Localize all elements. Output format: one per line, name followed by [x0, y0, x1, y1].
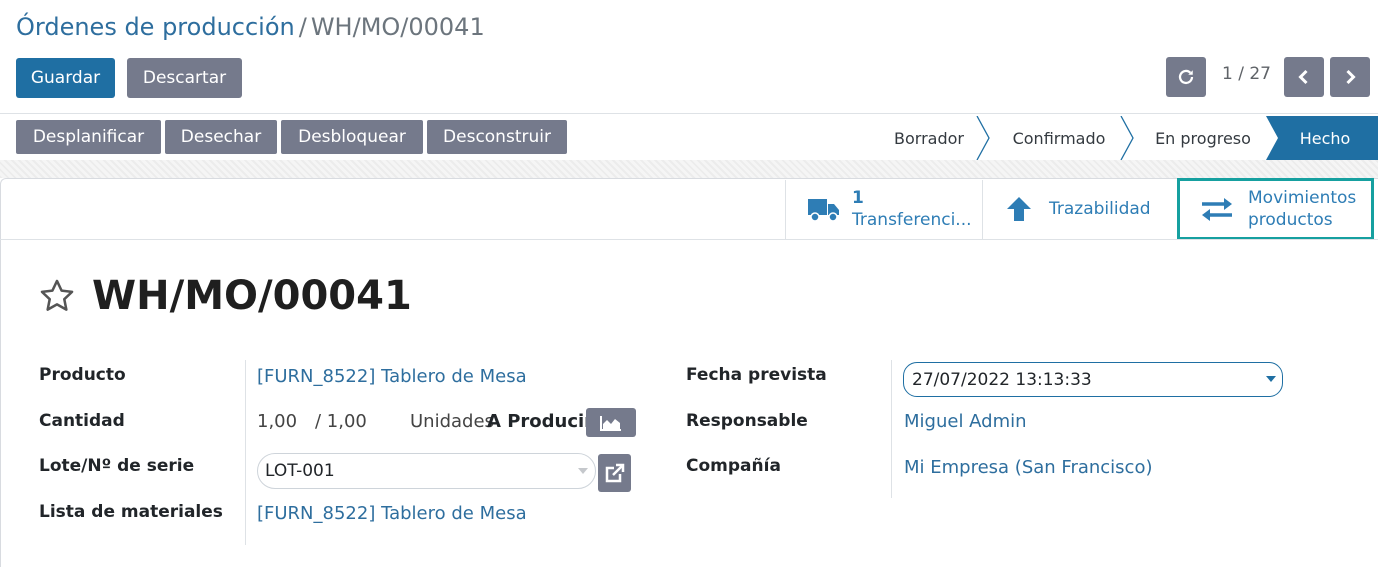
- scrap-button[interactable]: Desechar: [165, 120, 277, 154]
- transfers-count: 1: [852, 188, 864, 208]
- refresh-icon: [1178, 69, 1194, 85]
- save-button[interactable]: Guardar: [16, 58, 115, 98]
- sheet-background: [0, 160, 1378, 178]
- area-chart-icon: [600, 415, 621, 431]
- product-label: Producto: [39, 365, 126, 385]
- company-label: Compañía: [686, 456, 781, 476]
- status-step-done[interactable]: Hecho: [1278, 116, 1372, 160]
- bom-label: Lista de materiales: [39, 502, 223, 522]
- forecast-report-button[interactable]: [586, 408, 636, 437]
- chevron-right-icon: [1346, 69, 1356, 85]
- truck-icon: [808, 199, 839, 222]
- responsible-label: Responsable: [686, 411, 808, 431]
- bom-field[interactable]: [FURN_8522] Tablero de Mesa: [257, 503, 527, 524]
- lot-select-value: LOT-001: [265, 461, 335, 481]
- pager-previous-button[interactable]: [1284, 57, 1324, 97]
- status-separator-icon: [1120, 116, 1134, 160]
- pager-next-button[interactable]: [1330, 57, 1370, 97]
- field-separator: [891, 360, 892, 498]
- breadcrumb-parent-link[interactable]: Órdenes de producción: [16, 13, 295, 41]
- refresh-button[interactable]: [1166, 57, 1206, 97]
- status-step-in-progress[interactable]: En progreso: [1138, 116, 1268, 160]
- record-title: WH/MO/00041: [92, 273, 412, 319]
- quantity-done-field: 1,00: [257, 411, 298, 432]
- product-moves-label-line2: productos: [1248, 210, 1333, 230]
- product-moves-smart-button[interactable]: Movimientos productos: [1177, 178, 1374, 240]
- smart-buttons-divider: [0, 239, 1378, 240]
- status-step-confirmed[interactable]: Confirmado: [994, 116, 1124, 160]
- chevron-left-icon: [1298, 69, 1308, 85]
- breadcrumb: Órdenes de producción / WH/MO/00041: [16, 11, 485, 43]
- to-produce-label: A Producir: [487, 411, 594, 432]
- status-step-draft[interactable]: Borrador: [880, 116, 978, 160]
- caret-down-icon: [578, 468, 588, 474]
- traceability-smart-button[interactable]: Trazabilidad: [983, 179, 1177, 239]
- pager-value[interactable]: 1 / 27: [1222, 64, 1271, 84]
- external-link-icon: [605, 463, 624, 483]
- unlock-button[interactable]: Desbloquear: [281, 120, 423, 154]
- scheduled-date-field[interactable]: 27/07/2022 13:13:33: [903, 362, 1283, 397]
- product-field[interactable]: [FURN_8522] Tablero de Mesa: [257, 366, 527, 387]
- traceability-label: Trazabilidad: [1049, 199, 1151, 219]
- field-separator: [245, 360, 246, 545]
- transfers-smart-button[interactable]: 1 Transferenci...: [786, 179, 982, 239]
- breadcrumb-current: WH/MO/00041: [310, 13, 485, 41]
- status-separator-icon: [976, 116, 990, 160]
- quantity-total-field: / 1,00: [315, 411, 367, 432]
- lot-label: Lote/Nº de serie: [39, 456, 195, 476]
- exchange-icon: [1202, 198, 1232, 221]
- header-divider: [0, 113, 1378, 114]
- scheduled-date-value: 27/07/2022 13:13:33: [912, 369, 1092, 390]
- lot-select[interactable]: LOT-001: [257, 453, 596, 489]
- uom-field: Unidades: [410, 411, 494, 432]
- transfers-label: Transferenci...: [852, 210, 972, 230]
- breadcrumb-separator: /: [298, 13, 307, 41]
- product-moves-label-line1: Movimientos: [1248, 188, 1357, 208]
- responsible-field[interactable]: Miguel Admin: [904, 411, 1027, 432]
- unplan-button[interactable]: Desplanificar: [16, 120, 161, 154]
- lot-open-record-button[interactable]: [598, 454, 631, 492]
- discard-button[interactable]: Descartar: [127, 58, 242, 98]
- star-icon[interactable]: [38, 277, 76, 315]
- unbuild-button[interactable]: Desconstruir: [427, 120, 567, 154]
- company-field[interactable]: Mi Empresa (San Francisco): [904, 457, 1153, 478]
- caret-down-icon: [1266, 376, 1276, 382]
- quantity-label: Cantidad: [39, 411, 125, 431]
- arrow-up-icon: [1007, 197, 1031, 221]
- date-label: Fecha prevista: [686, 365, 827, 385]
